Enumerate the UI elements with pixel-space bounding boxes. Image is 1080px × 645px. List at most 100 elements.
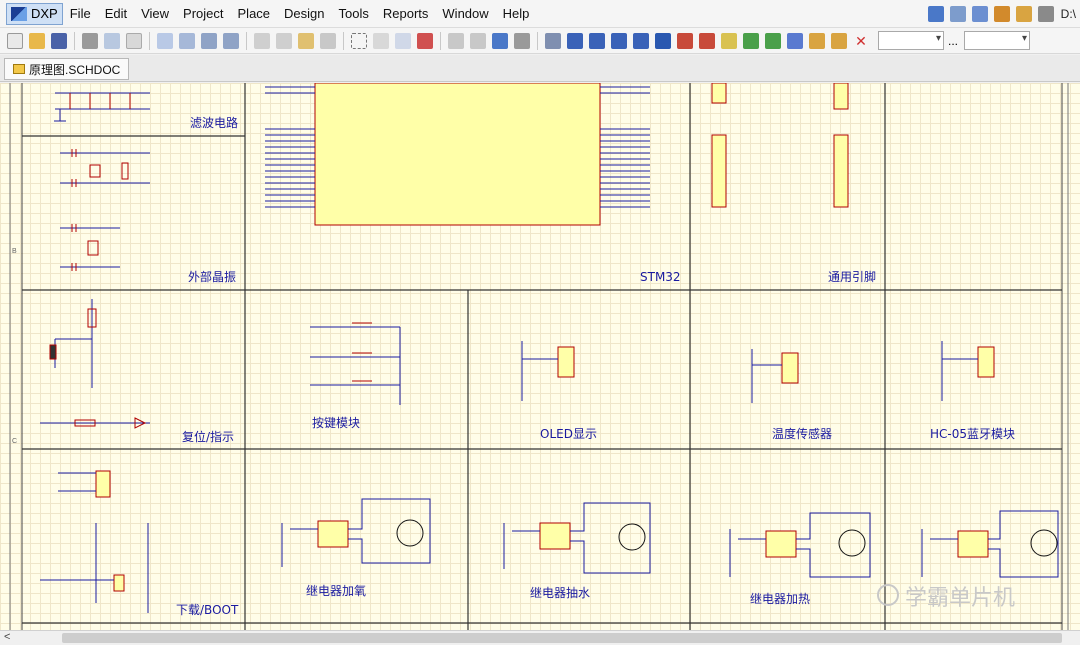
new-file-icon[interactable]	[7, 32, 23, 49]
toolbar-separator	[74, 31, 75, 50]
zoom-fit-icon[interactable]	[157, 32, 173, 49]
block-title-temp: 温度传感器	[772, 426, 832, 441]
hierarchy-icon[interactable]	[492, 32, 508, 49]
pin-headers	[711, 83, 849, 208]
ground-power-icon[interactable]	[677, 32, 693, 49]
toolbar-separator	[149, 31, 150, 50]
reset-circuit	[40, 299, 150, 429]
altium-window: DXP File Edit View Project Place Design …	[0, 0, 1080, 645]
filter-circuit	[54, 92, 150, 122]
menu-place[interactable]: Place	[231, 6, 278, 21]
off-sheet-icon[interactable]	[831, 32, 847, 49]
document-icon[interactable]	[126, 32, 142, 49]
crystal-circuit	[60, 149, 150, 271]
zoom-selected-icon[interactable]	[201, 32, 217, 49]
redo-icon[interactable]	[470, 32, 486, 49]
relay-modules	[281, 498, 1059, 578]
block-title-relay2: 继电器抽水	[530, 586, 590, 600]
grid-icon[interactable]	[1037, 6, 1054, 22]
menu-reports[interactable]: Reports	[376, 6, 436, 21]
toolbar-separator	[537, 31, 538, 50]
block-title-relay1: 继电器加氧	[306, 584, 366, 598]
align-icon[interactable]	[949, 6, 966, 22]
print-icon[interactable]	[82, 32, 98, 49]
open-folder-icon[interactable]	[29, 32, 45, 49]
dxp-label: DXP	[31, 6, 58, 21]
net-label-icon[interactable]	[633, 32, 649, 49]
rubber-stamp-icon[interactable]	[320, 32, 336, 49]
zoom-menu-icon[interactable]	[223, 32, 239, 49]
menu-file[interactable]: File	[63, 6, 98, 21]
selection-combo[interactable]	[878, 31, 944, 50]
clear-filter-icon[interactable]	[417, 32, 433, 49]
toolbar-separator	[246, 31, 247, 50]
net-label-icon[interactable]	[655, 32, 671, 49]
toolbar: ✕ ...	[0, 28, 1080, 54]
block-title-filter: 滤波电路	[190, 115, 238, 130]
no-erc-icon[interactable]: ✕	[853, 33, 869, 49]
scroll-left-icon[interactable]: <	[4, 631, 10, 643]
block-title-reset: 复位/指示	[182, 429, 234, 444]
filter-combo[interactable]	[964, 31, 1031, 50]
stm32-chip[interactable]	[314, 83, 601, 226]
sheet-entry-icon[interactable]	[765, 32, 781, 49]
zoom-area-icon[interactable]	[179, 32, 195, 49]
schematic-canvas[interactable]: B C 滤波电路 外部晶振 STM32 通用引脚 复位/指示 按键模块 OLED…	[0, 83, 1080, 630]
part-icon[interactable]	[993, 6, 1010, 22]
more-icon[interactable]: ...	[948, 34, 958, 48]
menu-tools[interactable]: Tools	[332, 6, 376, 21]
menu-design[interactable]: Design	[277, 6, 331, 21]
quick-tools: D:\	[925, 0, 1080, 28]
save-icon[interactable]	[51, 32, 67, 49]
zone-marker: B	[12, 248, 17, 255]
schematic-drawing: B C 滤波电路 外部晶振 STM32 通用引脚 复位/指示 按键模块 OLED…	[9, 83, 1069, 630]
keys-circuit	[310, 322, 401, 405]
menu-project[interactable]: Project	[176, 6, 230, 21]
menu-window[interactable]: Window	[435, 6, 495, 21]
place-bus-icon[interactable]	[589, 32, 605, 49]
watermark: 学霸单片机	[905, 586, 1015, 611]
place-part-icon[interactable]	[721, 32, 737, 49]
module-headers	[95, 346, 995, 592]
block-title-relay3: 继电器加热	[750, 592, 810, 606]
toolbar-separator	[343, 31, 344, 50]
cut-icon[interactable]	[254, 32, 270, 49]
wechat-icon	[877, 584, 899, 606]
copy-icon[interactable]	[276, 32, 292, 49]
schematic-icon	[13, 64, 25, 74]
device-sheet-icon[interactable]	[787, 32, 803, 49]
cross-probe-icon[interactable]	[514, 32, 530, 49]
horizontal-scrollbar[interactable]: <	[0, 630, 1080, 645]
select-area-icon[interactable]	[351, 32, 367, 49]
menu-edit[interactable]: Edit	[98, 6, 134, 21]
undo-icon[interactable]	[448, 32, 464, 49]
deselect-icon[interactable]	[395, 32, 411, 49]
tab-label: 原理图.SCHDOC	[29, 62, 121, 77]
block-title-bt: HC-05蓝牙模块	[930, 427, 1015, 441]
sheet-symbol-icon[interactable]	[743, 32, 759, 49]
block-title-crystal: 外部晶振	[188, 269, 236, 284]
place-port-icon[interactable]	[809, 32, 825, 49]
print-preview-icon[interactable]	[104, 32, 120, 49]
block-title-download: 下载/BOOT	[176, 603, 239, 617]
browse-library-icon[interactable]	[545, 32, 561, 49]
path-label: D:\	[1060, 7, 1076, 21]
paste-icon[interactable]	[298, 32, 314, 49]
scrollbar-thumb[interactable]	[62, 633, 1062, 643]
menu-bar: DXP File Edit View Project Place Design …	[0, 0, 1080, 28]
menu-view[interactable]: View	[134, 6, 176, 21]
place-wire-icon[interactable]	[567, 32, 583, 49]
toolbar-separator	[440, 31, 441, 50]
ground-icon[interactable]	[971, 6, 988, 22]
move-icon[interactable]	[373, 32, 389, 49]
dxp-logo-icon	[11, 6, 27, 21]
bus-entry-icon[interactable]	[611, 32, 627, 49]
tab-schematic[interactable]: 原理图.SCHDOC	[4, 58, 130, 80]
menu-help[interactable]: Help	[496, 6, 537, 21]
zone-marker: C	[12, 438, 17, 445]
block-title-pins: 通用引脚	[828, 269, 876, 284]
dxp-menu-button[interactable]: DXP	[6, 2, 63, 25]
port-icon[interactable]	[1015, 6, 1032, 22]
filter-icon[interactable]	[927, 6, 944, 22]
vcc-power-icon[interactable]	[699, 32, 715, 49]
